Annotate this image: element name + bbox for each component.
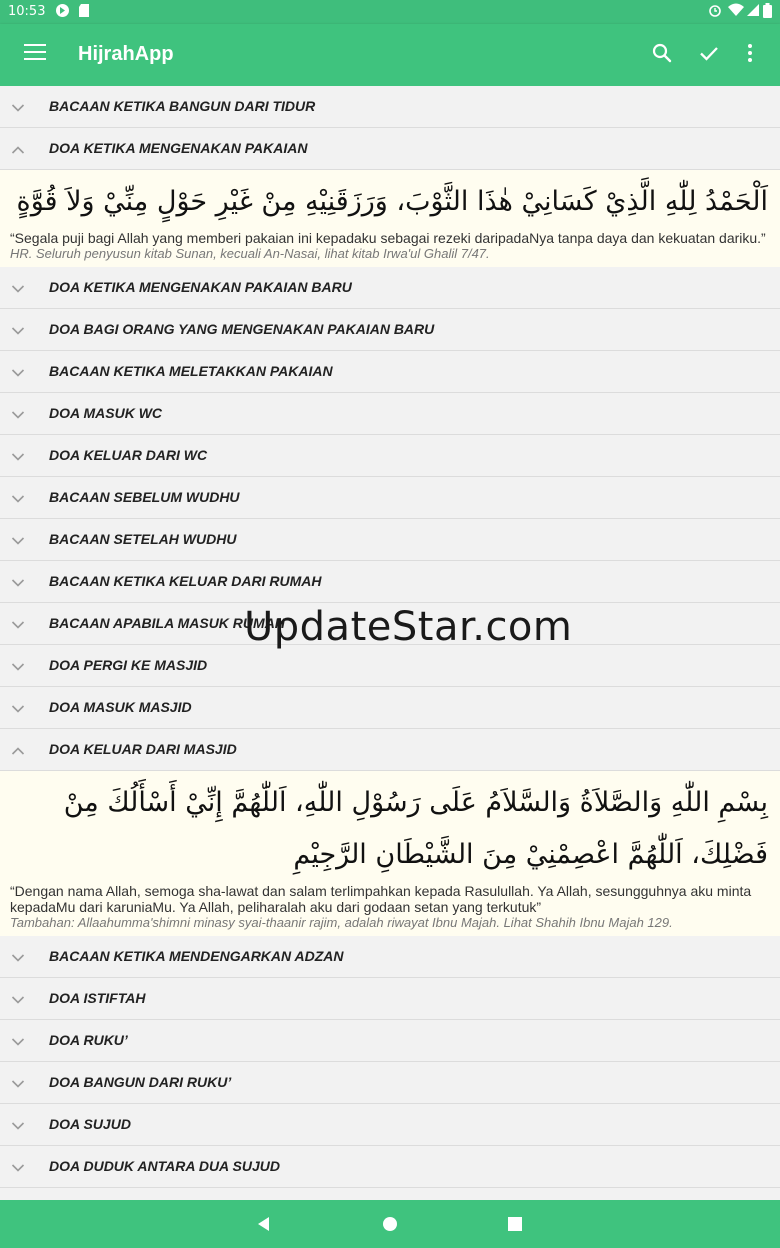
- app-title: HijrahApp: [78, 43, 174, 65]
- list-item[interactable]: DOA SUJUD: [0, 1104, 780, 1146]
- list-item-label: DOA SUJUD: [49, 1116, 131, 1132]
- chevron-down-icon: [11, 1160, 25, 1172]
- navigation-bar: [0, 1200, 780, 1248]
- arabic-text: اَلْحَمْدُ لِلّٰهِ الَّذِيْ كَسَانِيْ هٰ…: [16, 186, 768, 217]
- chevron-down-icon: [11, 449, 25, 461]
- list-item-label: DOA KELUAR DARI WC: [49, 447, 208, 463]
- list-item-label: DOA KETIKA MENGENAKAN PAKAIAN BARU: [49, 279, 352, 295]
- watermark: UpdateStar.com: [244, 604, 573, 650]
- prayer-detail-panel: بِسْمِ اللّٰهِ وَالصَّلاَةُ وَالسَّلاَمُ…: [0, 771, 780, 936]
- menu-icon[interactable]: [24, 44, 46, 62]
- home-icon[interactable]: [380, 1214, 400, 1234]
- chevron-down-icon: [11, 950, 25, 962]
- reference-text: HR. Seluruh penyusun kitab Sunan, kecual…: [10, 246, 490, 261]
- translation-text: “Dengan nama Allah, semoga sha-lawat dan…: [10, 883, 752, 915]
- list-item-label: BACAAN KETIKA MENDENGARKAN ADZAN: [49, 948, 344, 964]
- list-item-label: DOA MASUK MASJID: [49, 699, 192, 715]
- chevron-down-icon: [11, 407, 25, 419]
- chevron-up-icon: [11, 142, 25, 154]
- list-item[interactable]: DOA RUKU’: [0, 1020, 780, 1062]
- list-item-label: BACAAN SEBELUM WUDHU: [49, 489, 240, 505]
- list-item[interactable]: DOA MASUK MASJID: [0, 687, 780, 729]
- translation-text: “Segala puji bagi Allah yang memberi pak…: [10, 230, 766, 246]
- signal-icon: [746, 3, 760, 23]
- arabic-text: بِسْمِ اللّٰهِ وَالصَّلاَةُ وَالسَّلاَمُ…: [63, 787, 768, 870]
- list-item-label: BACAAN KETIKA KELUAR DARI RUMAH: [49, 573, 322, 589]
- list-item[interactable]: BACAAN KETIKA BANGUN DARI TIDUR: [0, 86, 780, 128]
- list-item[interactable]: BACAAN KETIKA MELETAKKAN PAKAIAN: [0, 351, 780, 393]
- list-item[interactable]: DOA ISTIFTAH: [0, 978, 780, 1020]
- list-item-label: DOA KELUAR DARI MASJID: [49, 741, 237, 757]
- list-item-label: DOA BAGI ORANG YANG MENGENAKAN PAKAIAN B…: [49, 321, 435, 337]
- list-item-label: BACAAN KETIKA BANGUN DARI TIDUR: [49, 98, 316, 114]
- chevron-down-icon: [11, 365, 25, 377]
- list-item[interactable]: DOA DUDUK ANTARA DUA SUJUD: [0, 1146, 780, 1188]
- list-item[interactable]: DOA KETIKA MENGENAKAN PAKAIAN: [0, 128, 780, 170]
- prayer-detail-panel: اَلْحَمْدُ لِلّٰهِ الَّذِيْ كَسَانِيْ هٰ…: [0, 170, 780, 267]
- list-item-label: DOA DUDUK ANTARA DUA SUJUD: [49, 1158, 280, 1174]
- check-icon[interactable]: [697, 41, 725, 69]
- chevron-down-icon: [11, 100, 25, 112]
- chevron-down-icon: [11, 323, 25, 335]
- chevron-down-icon: [11, 281, 25, 293]
- app-icon: [55, 3, 70, 24]
- list-item-label: DOA RUKU’: [49, 1032, 128, 1048]
- chevron-down-icon: [11, 992, 25, 1004]
- chevron-down-icon: [11, 575, 25, 587]
- list-item[interactable]: DOA KETIKA MENGENAKAN PAKAIAN BARU: [0, 267, 780, 309]
- chevron-down-icon: [11, 617, 25, 629]
- more-vert-icon[interactable]: [738, 41, 766, 69]
- chevron-down-icon: [11, 701, 25, 713]
- list-item-label: DOA ISTIFTAH: [49, 990, 146, 1006]
- chevron-down-icon: [11, 1076, 25, 1088]
- app-bar: HijrahApp: [0, 24, 780, 86]
- status-time: 10:53: [8, 4, 46, 19]
- list-item[interactable]: DOA PERGI KE MASJID: [0, 645, 780, 687]
- chevron-down-icon: [11, 1118, 25, 1130]
- chevron-down-icon: [11, 659, 25, 671]
- list-item[interactable]: DOA BANGUN DARI RUKU’: [0, 1062, 780, 1104]
- list-item[interactable]: DOA MASUK WC: [0, 393, 780, 435]
- chevron-down-icon: [11, 533, 25, 545]
- battery-icon: [763, 3, 772, 24]
- chevron-up-icon: [11, 743, 25, 755]
- wifi-icon: [728, 3, 744, 23]
- list-item-label: BACAAN SETELAH WUDHU: [49, 531, 237, 547]
- list-item[interactable]: DOA KELUAR DARI WC: [0, 435, 780, 477]
- chevron-down-icon: [11, 1034, 25, 1046]
- list-item-label: BACAAN KETIKA MELETAKKAN PAKAIAN: [49, 363, 333, 379]
- sd-card-icon: [78, 3, 90, 24]
- chevron-down-icon: [11, 491, 25, 503]
- alarm-icon: [708, 3, 722, 23]
- list-item[interactable]: BACAAN SEBELUM WUDHU: [0, 477, 780, 519]
- list-item-label: DOA MASUK WC: [49, 405, 163, 421]
- list-item-label: DOA KETIKA MENGENAKAN PAKAIAN: [49, 140, 308, 156]
- reference-text: Tambahan: Allaahumma'shimni minasy syai-…: [10, 915, 673, 930]
- list-item[interactable]: BACAAN KETIKA MENDENGARKAN ADZAN: [0, 936, 780, 978]
- list-item-label: DOA BANGUN DARI RUKU’: [49, 1074, 232, 1090]
- back-icon[interactable]: [254, 1214, 274, 1234]
- recents-icon[interactable]: [505, 1214, 525, 1234]
- list-item[interactable]: DOA KELUAR DARI MASJID: [0, 729, 780, 771]
- list-item[interactable]: DOA BAGI ORANG YANG MENGENAKAN PAKAIAN B…: [0, 309, 780, 351]
- list-item-label: DOA PERGI KE MASJID: [49, 657, 208, 673]
- list-item[interactable]: BACAAN SETELAH WUDHU: [0, 519, 780, 561]
- list-item[interactable]: BACAAN KETIKA KELUAR DARI RUMAH: [0, 561, 780, 603]
- search-icon[interactable]: [650, 41, 678, 69]
- status-bar: 10:53: [0, 0, 780, 24]
